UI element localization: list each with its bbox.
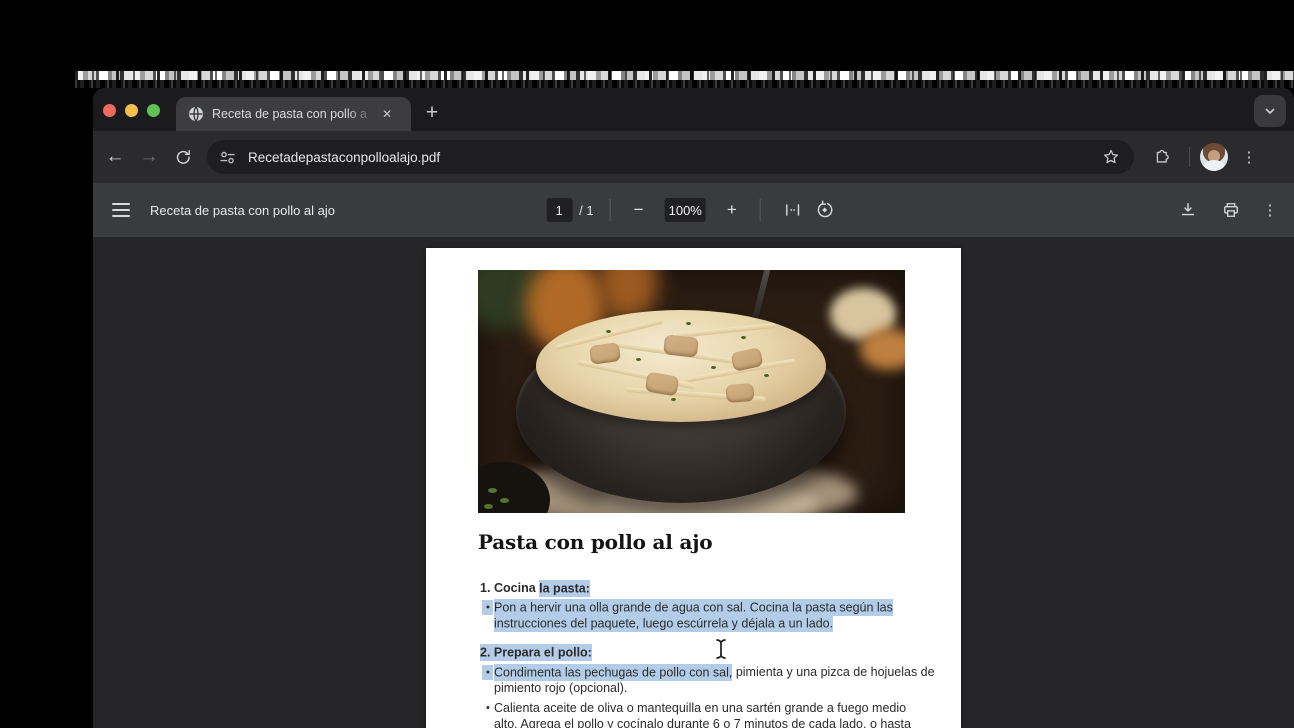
pdf-document-title: Receta de pasta con pollo al ajo — [150, 202, 336, 218]
globe-favicon-icon — [189, 106, 203, 122]
toolbar-divider — [1189, 147, 1190, 167]
bullet-icon: • — [478, 600, 494, 632]
toolbar-divider — [759, 199, 761, 221]
print-icon — [1224, 203, 1238, 217]
pdf-page[interactable]: Pasta con pollo al ajo 1. Cocina la past… — [426, 248, 961, 728]
fit-width-button[interactable] — [777, 194, 809, 226]
close-window-button[interactable] — [103, 104, 116, 117]
toolbar-divider — [609, 199, 611, 221]
page-count-label: / 1 — [579, 202, 594, 218]
step-1-bullet[interactable]: • Pon a hervir una olla grande de agua c… — [478, 599, 948, 632]
bullet-icon: • — [478, 664, 494, 696]
step-number: 1. — [480, 581, 491, 595]
rotate-button[interactable] — [809, 194, 841, 226]
new-tab-button[interactable]: + — [417, 98, 447, 128]
photo-bread — [860, 328, 905, 370]
step-2-bullet-2[interactable]: • Calienta aceite de oliva o mantequilla… — [478, 701, 948, 728]
browser-window: Receta de pasta con pollo a ✕ + ← → Rece… — [93, 88, 1294, 728]
pdf-sidebar-toggle-button[interactable] — [104, 193, 138, 227]
browser-menu-button[interactable]: ⋮ — [1236, 144, 1262, 170]
zoom-out-button[interactable]: − — [627, 198, 651, 222]
fit-width-icon — [786, 204, 800, 216]
forward-button[interactable]: → — [132, 140, 166, 174]
torn-edge-fuzz — [75, 80, 1294, 88]
chevron-down-icon — [1265, 108, 1275, 114]
tab-search-button[interactable] — [1254, 95, 1286, 127]
selected-text: la pasta: — [539, 579, 590, 597]
minimize-window-button[interactable] — [125, 104, 138, 117]
pdf-action-buttons: ⋮ — [1172, 183, 1282, 237]
zoom-in-button[interactable]: + — [720, 198, 744, 222]
download-button[interactable] — [1172, 194, 1204, 226]
selected-text: instrucciones del paquete, luego escúrre… — [494, 614, 834, 632]
screenshot-stage: Receta de pasta con pollo a ✕ + ← → Rece… — [0, 0, 1294, 728]
photo-pasta — [536, 310, 826, 422]
reload-button[interactable] — [166, 140, 200, 174]
pdf-more-button[interactable]: ⋮ — [1258, 198, 1282, 222]
torn-edge-decoration — [75, 71, 1294, 80]
extensions-button[interactable] — [1145, 140, 1179, 174]
tab-strip: Receta de pasta con pollo a ✕ + — [93, 88, 1294, 131]
step-2-heading[interactable]: 2. Prepara el pollo: — [478, 644, 948, 661]
step-1-heading[interactable]: 1. Cocina la pasta: — [478, 579, 948, 597]
recipe-steps: 1. Cocina la pasta: • Pon a hervir una o… — [478, 579, 948, 728]
pdf-page-zoom-controls: 1 / 1 − 100% + — [546, 183, 841, 237]
pdf-viewport[interactable]: Pasta con pollo al ajo 1. Cocina la past… — [93, 237, 1294, 728]
step-2-bullet-1[interactable]: • Condimenta las pechugas de pollo con s… — [478, 663, 948, 696]
selected-text: Condimenta las pechugas de pollo con sal… — [494, 663, 733, 681]
pdf-toolbar: Receta de pasta con pollo al ajo 1 / 1 −… — [93, 183, 1294, 237]
window-traffic-lights — [103, 104, 160, 117]
menu-icon — [112, 203, 130, 205]
profile-avatar[interactable] — [1200, 143, 1228, 171]
recipe-photo — [478, 270, 905, 513]
bullet-icon: • — [486, 702, 490, 714]
recipe-title: Pasta con pollo al ajo — [478, 530, 713, 554]
print-button[interactable] — [1215, 194, 1247, 226]
extensions-puzzle-icon — [1156, 149, 1169, 163]
active-tab[interactable]: Receta de pasta con pollo a ✕ — [176, 97, 411, 131]
tab-title: Receta de pasta con pollo a — [212, 107, 374, 121]
text-ibeam-cursor — [715, 638, 727, 665]
url-text[interactable]: Recetadepastaconpolloalajo.pdf — [248, 150, 1098, 165]
reload-icon — [176, 149, 190, 164]
address-bar[interactable]: Recetadepastaconpolloalajo.pdf — [207, 140, 1134, 174]
navigation-toolbar: ← → Recetadepastaconpolloalajo.pdf ⋮ — [93, 131, 1294, 183]
selected-text: Pon a hervir una olla grande de agua con… — [494, 599, 893, 616]
rotate-icon — [817, 200, 833, 218]
site-settings-tune-icon[interactable] — [219, 149, 236, 166]
bookmark-button[interactable] — [1098, 144, 1124, 170]
zoom-window-button[interactable] — [147, 104, 160, 117]
zoom-level-input[interactable]: 100% — [664, 198, 706, 222]
page-number-input[interactable]: 1 — [546, 198, 573, 222]
forward-icon: → — [139, 146, 159, 167]
bookmark-star-icon — [1103, 149, 1119, 164]
back-button[interactable]: ← — [98, 140, 132, 174]
selected-text: 2. Prepara el pollo: — [480, 644, 592, 661]
back-icon: ← — [105, 146, 125, 167]
download-icon — [1181, 203, 1195, 216]
tab-close-icon[interactable]: ✕ — [378, 105, 396, 123]
